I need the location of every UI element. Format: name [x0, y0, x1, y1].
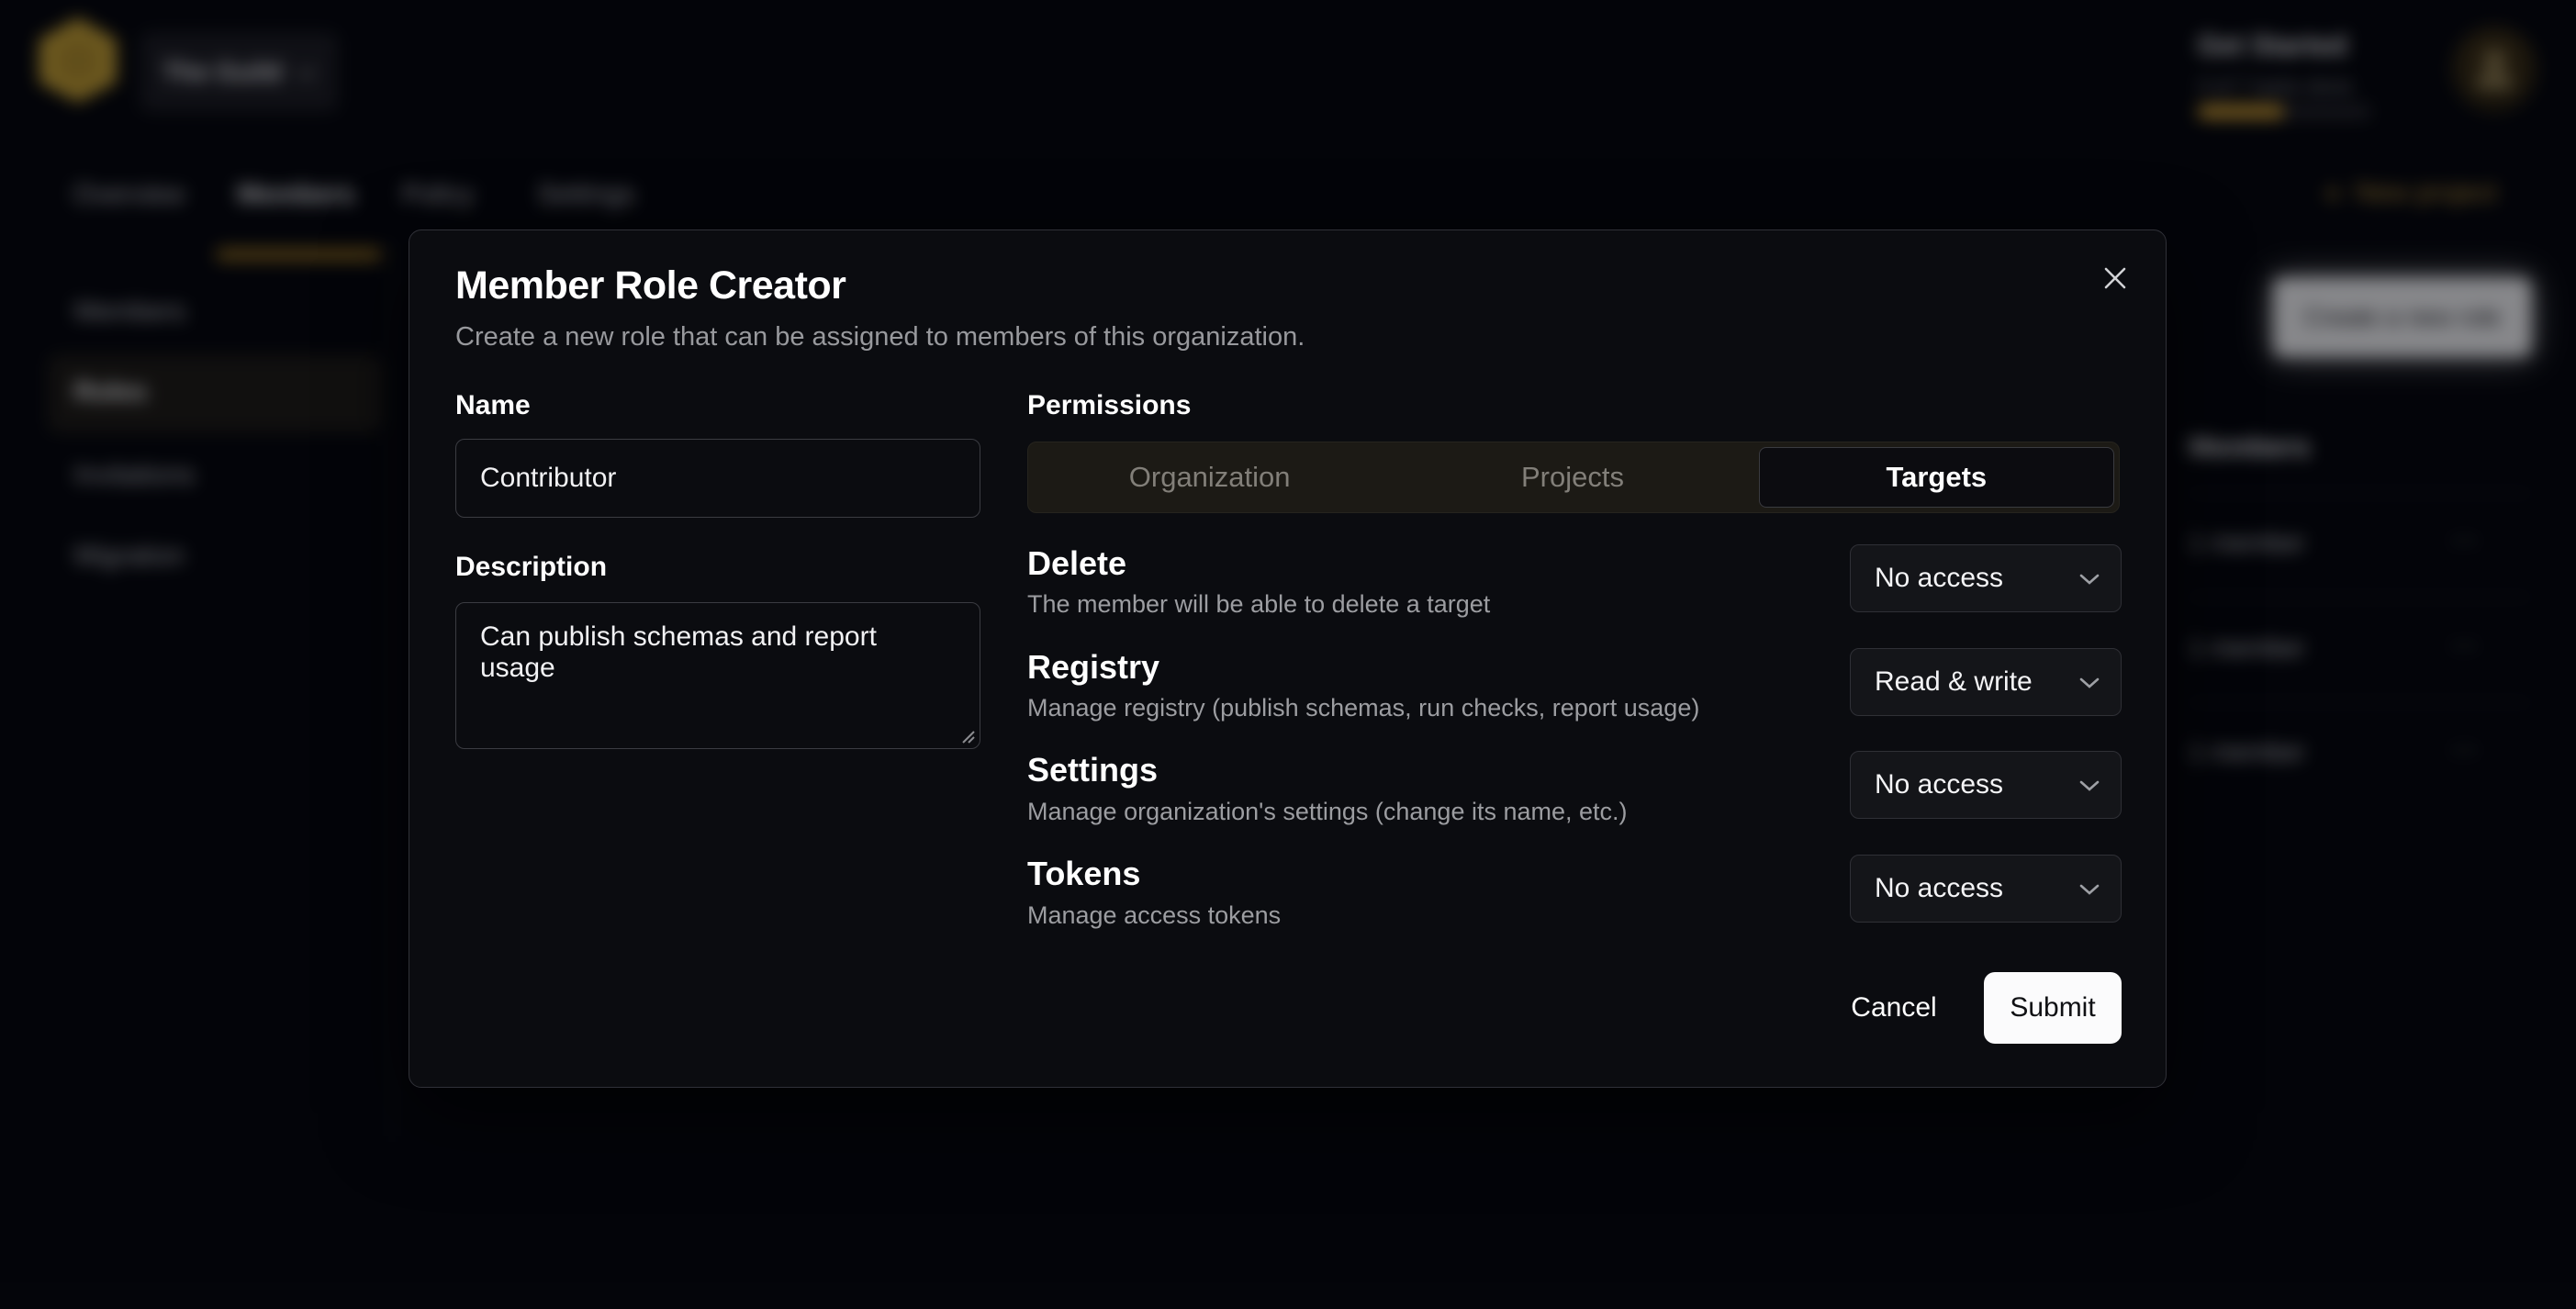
select-value: Read & write: [1875, 666, 2033, 698]
permission-select-settings[interactable]: No access: [1850, 751, 2122, 819]
close-icon: [2103, 266, 2127, 290]
close-button[interactable]: [2095, 258, 2135, 298]
permission-description: Manage registry (publish schemas, run ch…: [1027, 694, 1699, 722]
description-textarea[interactable]: Can publish schemas and report usage: [455, 602, 980, 749]
select-value: No access: [1875, 563, 2003, 594]
permission-select-registry[interactable]: Read & write: [1850, 648, 2122, 716]
description-label: Description: [455, 552, 607, 583]
submit-button[interactable]: Submit: [1984, 972, 2122, 1044]
permission-description: Manage access tokens: [1027, 901, 1281, 930]
tab-projects[interactable]: Projects: [1395, 447, 1749, 508]
chevron-down-icon: [2078, 677, 2100, 689]
chevron-down-icon: [2078, 883, 2100, 896]
select-value: No access: [1875, 873, 2003, 904]
description-field-wrap: Can publish schemas and report usage: [455, 602, 980, 749]
chevron-down-icon: [2078, 779, 2100, 792]
name-label: Name: [455, 390, 531, 421]
modal-subtitle: Create a new role that can be assigned t…: [455, 322, 1305, 352]
cancel-button[interactable]: Cancel: [1837, 974, 1951, 1042]
permission-description: Manage organization's settings (change i…: [1027, 798, 1628, 826]
tab-organization[interactable]: Organization: [1033, 447, 1386, 508]
permission-title-registry: Registry: [1027, 648, 1159, 687]
app-root: The Guild Get Started 3 of 7 tasks done …: [0, 0, 2576, 1309]
permission-title-settings: Settings: [1027, 751, 1158, 789]
permission-select-tokens[interactable]: No access: [1850, 855, 2122, 923]
resize-grip-icon[interactable]: [959, 728, 976, 744]
tab-targets[interactable]: Targets: [1759, 447, 2114, 508]
name-input[interactable]: [455, 439, 980, 518]
permission-title-tokens: Tokens: [1027, 855, 1140, 893]
modal-title: Member Role Creator: [455, 263, 846, 308]
permissions-tab-group: Organization Projects Targets: [1027, 442, 2120, 513]
permission-title-delete: Delete: [1027, 544, 1126, 583]
permission-description: The member will be able to delete a targ…: [1027, 590, 1490, 619]
chevron-down-icon: [2078, 573, 2100, 586]
member-role-creator-modal: Member Role Creator Create a new role th…: [409, 229, 2167, 1088]
permissions-label: Permissions: [1027, 390, 1191, 421]
permission-select-delete[interactable]: No access: [1850, 544, 2122, 612]
select-value: No access: [1875, 769, 2003, 800]
